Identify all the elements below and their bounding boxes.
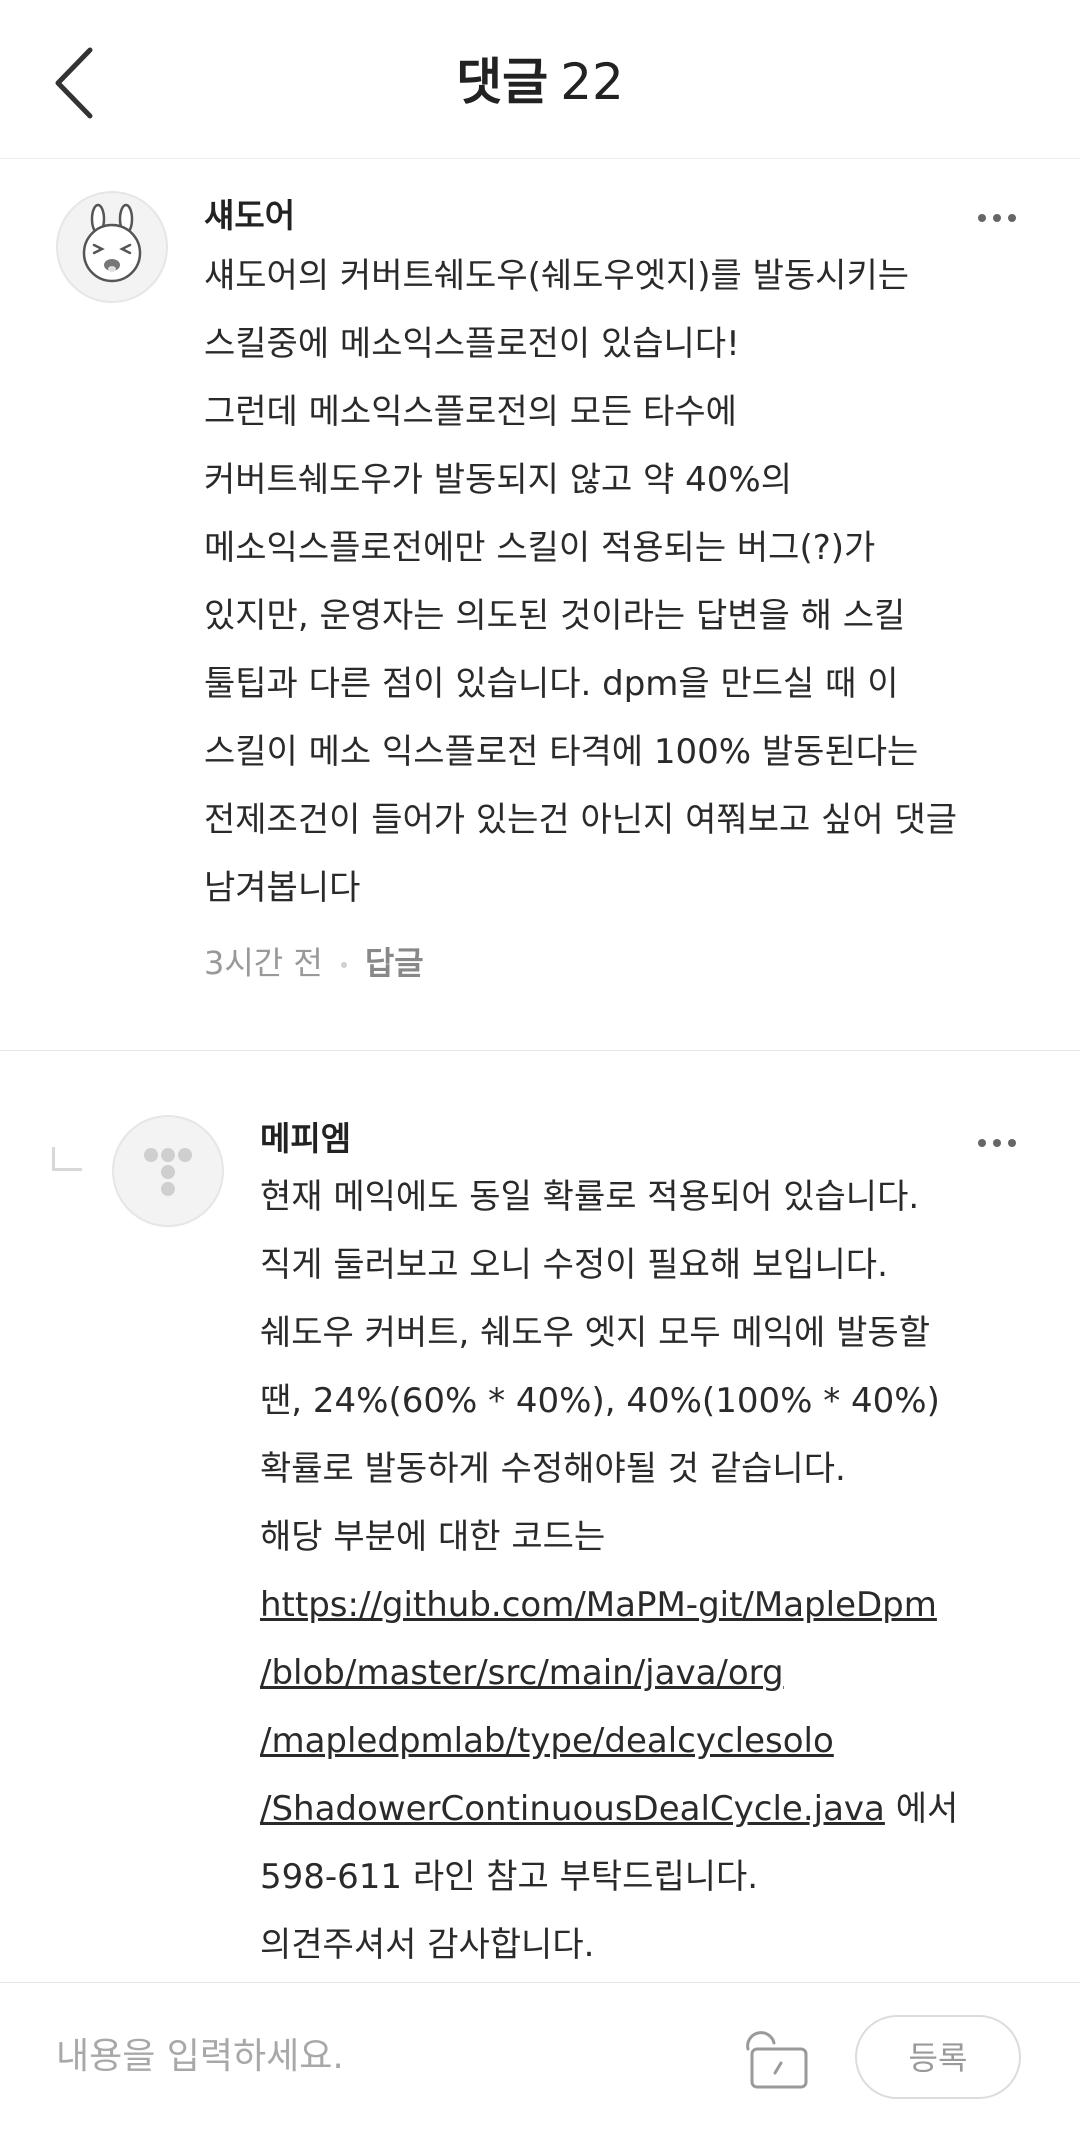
- reply-comment-item: 메피엠 현재 메익에도 동일 확률로 적용되어 있습니다. 직게 둘러보고 오니…: [0, 1051, 1080, 1981]
- avatar[interactable]: [56, 191, 168, 303]
- unlock-icon: [746, 2031, 808, 2089]
- reply-indent-icon: [52, 1147, 82, 1171]
- comments-page: 댓글 22 섀도어 섀도어의 커버트쉐도우(쉐도우엣지)를 발동시키는 스킬중에…: [0, 0, 1080, 2129]
- page-title: 댓글 22: [0, 50, 1080, 114]
- github-link-line: /blob/master/src/main/java/org: [260, 1639, 958, 1707]
- comment-line: 스킬이 메소 익스플로전 타격에 100% 발동된다는: [204, 732, 919, 772]
- comment-line: 섀도어의 커버트쉐도우(쉐도우엣지)를 발동시키는: [204, 256, 910, 296]
- comment-line: 현재 메익에도 동일 확률로 적용되어 있습니다.: [260, 1177, 920, 1217]
- comment-body: 섀도어의 커버트쉐도우(쉐도우엣지)를 발동시키는 스킬중에 메소익스플로전이 …: [204, 242, 957, 922]
- comment-line: 남겨봅니다: [204, 868, 361, 908]
- github-link[interactable]: /mapledpmlab/type/dealcyclesolo: [260, 1721, 834, 1761]
- comment-count: 22: [560, 53, 624, 111]
- comment-body: 현재 메익에도 동일 확률로 적용되어 있습니다. 직게 둘러보고 오니 수정이…: [260, 1163, 958, 1979]
- page-title-label: 댓글: [456, 53, 549, 111]
- comment-meta: 3시간 전 답글: [204, 938, 424, 988]
- comment-line: 598-611 라인 참고 부탁드립니다.: [260, 1857, 759, 1897]
- comment-time: 3시간 전: [204, 944, 323, 982]
- github-link[interactable]: https://github.com/MaPM-git/MapleDpm: [260, 1585, 937, 1625]
- comment-author[interactable]: 메피엠: [260, 1117, 351, 1161]
- comment-line: 직게 둘러보고 오니 수정이 필요해 보입니다.: [260, 1245, 888, 1285]
- more-options-button[interactable]: [972, 1123, 1022, 1163]
- comment-item: 섀도어 섀도어의 커버트쉐도우(쉐도우엣지)를 발동시키는 스킬중에 메소익스플…: [0, 158, 1080, 1051]
- comment-line: 있지만, 운영자는 의도된 것이라는 답변을 해 스킬: [204, 596, 906, 636]
- comment-line: 툴팁과 다른 점이 있습니다. dpm을 만드실 때 이: [204, 664, 899, 704]
- github-link-line: https://github.com/MaPM-git/MapleDpm: [260, 1571, 958, 1639]
- meta-separator: [340, 962, 347, 968]
- github-link[interactable]: /blob/master/src/main/java/org: [260, 1653, 784, 1693]
- github-link[interactable]: /ShadowerContinuousDealCycle.java: [260, 1789, 885, 1829]
- comment-line: 전제조건이 들어가 있는건 아닌지 여쭤보고 싶어 댓글: [204, 800, 958, 840]
- secret-toggle-button[interactable]: [738, 2025, 812, 2091]
- comment-line: 해당 부분에 대한 코드는: [260, 1517, 606, 1557]
- avatar[interactable]: [112, 1115, 224, 1227]
- reply-button[interactable]: 답글: [365, 944, 424, 982]
- comment-line: 쉐도우 커버트, 쉐도우 엣지 모두 메익에 발동할: [260, 1313, 930, 1353]
- github-link-line: /ShadowerContinuousDealCycle.java 에서: [260, 1775, 958, 1843]
- bunny-avatar-icon: [82, 203, 142, 283]
- github-link-line: /mapledpmlab/type/dealcyclesolo: [260, 1707, 958, 1775]
- comment-line: 메소익스플로전에만 스킬이 적용되는 버그(?)가: [204, 528, 876, 568]
- header-bar: 댓글 22: [0, 0, 1080, 159]
- dots-logo-avatar-icon: [144, 1148, 192, 1196]
- comment-input-bar: 등록: [0, 1982, 1080, 2129]
- comment-author[interactable]: 섀도어: [204, 194, 295, 238]
- comment-line: 커버트쉐도우가 발동되지 않고 약 40%의: [204, 460, 792, 500]
- comment-line: 땐, 24%(60% * 40%), 40%(100% * 40%): [260, 1381, 940, 1421]
- link-suffix: 에서: [884, 1789, 959, 1829]
- comment-line: 확률로 발동하게 수정해야될 것 같습니다.: [260, 1449, 846, 1489]
- more-options-button[interactable]: [972, 198, 1022, 238]
- comment-line: 그런데 메소익스플로전의 모든 타수에: [204, 392, 737, 432]
- submit-button[interactable]: 등록: [855, 2015, 1021, 2099]
- comment-input[interactable]: [56, 2013, 696, 2099]
- comment-line: 스킬중에 메소익스플로전이 있습니다!: [204, 324, 740, 364]
- comment-line: 의견주셔서 감사합니다.: [260, 1925, 595, 1965]
